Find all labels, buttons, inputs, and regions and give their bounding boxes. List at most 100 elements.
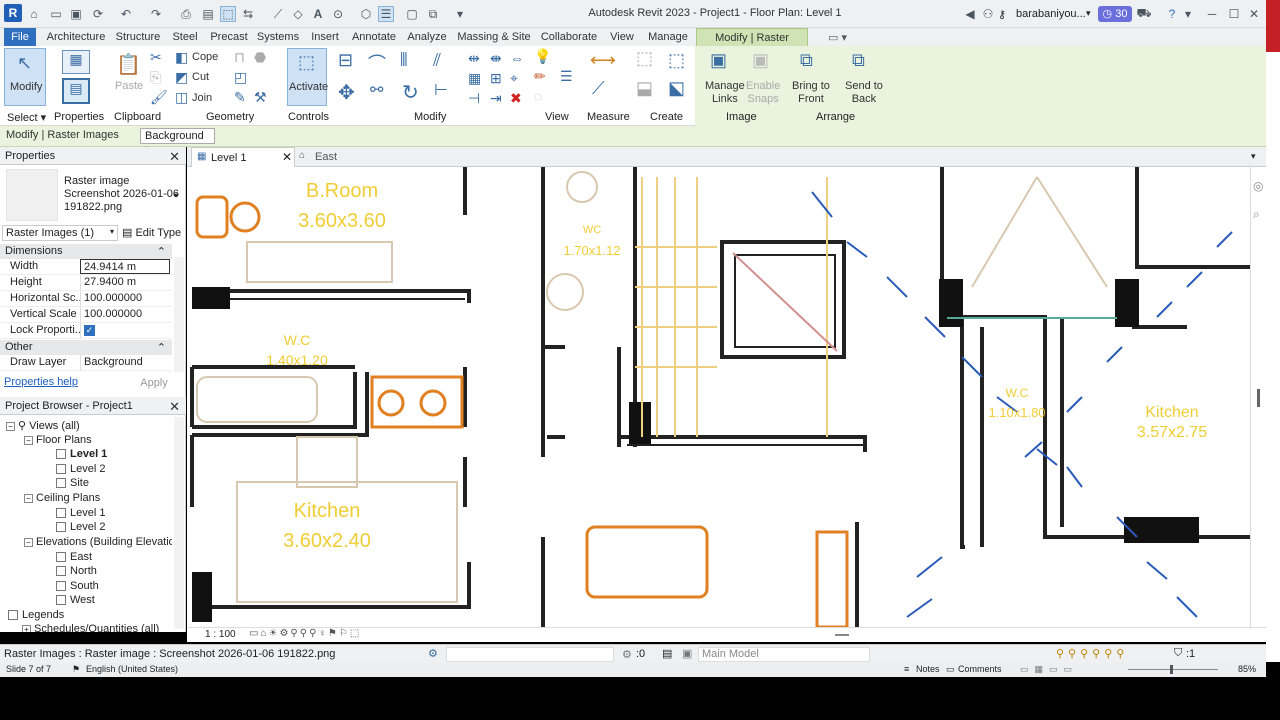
array-icon[interactable]: ▦ <box>468 70 481 87</box>
drawing-canvas[interactable]: B.Room 3.60x3.60 W.C 1.40x1.20 WC 1.70x1… <box>187 167 1250 627</box>
view-scale[interactable]: 1 : 100 <box>205 629 236 640</box>
ribbon-options-icon[interactable]: ▭ ▾ <box>828 31 847 44</box>
manage-links-button[interactable]: Manage Links <box>705 80 745 106</box>
activate-button[interactable]: ⬚ Activate <box>287 48 328 106</box>
horizontal-scroll-thumb[interactable] <box>835 634 849 636</box>
save-icon[interactable]: ▣ <box>68 6 84 22</box>
tabs-dropdown-icon[interactable]: ▾ <box>1251 151 1256 162</box>
browser-scrollbar[interactable] <box>174 417 184 629</box>
trim-icon[interactable]: ⊢ <box>434 80 448 100</box>
tab-analyze[interactable]: Analyze <box>404 28 450 46</box>
design-option-icon[interactable]: ▣ <box>682 647 692 660</box>
split-icon[interactable]: ⇹ <box>468 50 480 67</box>
panel-select[interactable]: Select ▾ <box>7 111 46 124</box>
print-icon[interactable]: ⎙ <box>178 6 194 22</box>
create-similar-icon[interactable]: ⬕ <box>668 78 685 99</box>
text-icon[interactable]: A <box>310 6 326 22</box>
pin-icon[interactable]: ⌖ <box>510 70 518 87</box>
tree-legends[interactable]: Legends <box>8 609 64 621</box>
split-face-icon[interactable]: ◰ <box>234 69 247 86</box>
tab-structure[interactable]: Structure <box>114 28 162 46</box>
tab-collaborate[interactable]: Collaborate <box>538 28 600 46</box>
tree-schedules[interactable]: + Schedules/Quantities (all) <box>22 623 172 632</box>
notes-button[interactable]: Notes <box>916 664 940 674</box>
modify-tool-icon[interactable]: ⬚ <box>220 6 236 22</box>
join-label[interactable]: Join <box>192 92 212 104</box>
cope-icon[interactable]: ◧ <box>175 49 188 66</box>
instance-filter-select[interactable]: Raster Images (1) ▾ <box>2 225 118 241</box>
close-icon[interactable]: ✕ <box>169 399 180 415</box>
pdf-icon[interactable]: ▤ <box>200 6 216 22</box>
create-group-icon[interactable]: ⬚ <box>668 50 685 71</box>
zoom-slider[interactable] <box>1128 669 1218 670</box>
thin-lines-icon[interactable]: ☰ <box>378 6 394 22</box>
worksets-icon[interactable]: ⚙ <box>428 647 438 660</box>
switch-windows-icon[interactable]: ⧉ <box>425 6 441 22</box>
cope-label[interactable]: Cope <box>192 51 218 63</box>
properties-help-link[interactable]: Properties help <box>4 376 78 388</box>
view-control-icons[interactable]: ▭⌂☀⚙⚲⚲⚲♀⚑⚐⬚ <box>249 628 361 639</box>
cut-geometry-icon[interactable]: ◩ <box>175 69 188 86</box>
tree-floor-level-1[interactable]: Level 1 <box>56 448 107 460</box>
cut-label[interactable]: Cut <box>192 71 209 83</box>
match-type-icon[interactable]: 🖌 <box>150 89 168 106</box>
zoom-icon[interactable]: ⌕ <box>1253 207 1260 222</box>
revit-logo-icon[interactable]: R <box>4 4 22 22</box>
scroll-thumb[interactable] <box>1257 389 1260 407</box>
minimize-icon[interactable]: ─ <box>1204 6 1220 22</box>
home-icon[interactable]: ⌂ <box>26 6 42 22</box>
split-gap-icon[interactable]: ⇼ <box>490 50 502 67</box>
other-group[interactable]: Other ⌃ <box>0 340 172 355</box>
tree-ceiling-level-2[interactable]: Level 2 <box>56 521 105 533</box>
properties-icon[interactable]: ▦ <box>62 50 90 74</box>
maximize-icon[interactable]: ☐ <box>1226 6 1242 22</box>
dimensions-group[interactable]: Dimensions ⌃ <box>0 244 172 259</box>
user-dropdown-icon[interactable]: ▾ <box>1086 8 1091 19</box>
zoom-slider-thumb[interactable] <box>1170 665 1173 674</box>
trial-timer-badge[interactable]: ◷ 30 <box>1098 6 1132 22</box>
sync-icon[interactable]: ⟳ <box>90 6 106 22</box>
offset-icon[interactable]: ⌒ <box>368 50 386 76</box>
tree-east[interactable]: East <box>56 551 92 563</box>
tab-view[interactable]: View <box>606 28 638 46</box>
view-mode-icons[interactable]: ▭▦▭▭ <box>1020 664 1078 675</box>
hide-bulb-icon[interactable]: 💡 <box>534 48 551 65</box>
language-indicator[interactable]: English (United States) <box>86 664 178 674</box>
back-arrow-icon[interactable]: ◀ <box>962 6 978 22</box>
dimension-icon[interactable]: ◇ <box>290 6 306 22</box>
apply-button[interactable]: Apply <box>130 374 178 392</box>
account-icon[interactable]: ⚇ <box>980 6 996 22</box>
measure-tool-icon[interactable]: ⟷ <box>590 50 616 71</box>
close-hidden-icon[interactable]: ▢ <box>404 6 420 22</box>
help-icon[interactable]: ? <box>1164 6 1180 22</box>
mirror-draw-icon[interactable]: ⫽ <box>433 50 441 71</box>
manage-links-icon[interactable]: ▣ <box>710 50 727 71</box>
zoom-level[interactable]: 85% <box>1238 664 1256 674</box>
extend-icon[interactable]: ⇥ <box>490 90 502 107</box>
measure-icon[interactable]: ⟋ <box>270 6 286 22</box>
open-icon[interactable]: ▭ <box>48 6 64 22</box>
tab-precast[interactable]: Precast <box>208 28 250 46</box>
edit-type-button[interactable]: ▤ Edit Type <box>122 226 181 239</box>
tab-modify-raster-images[interactable]: Modify | Raster Images <box>696 28 808 62</box>
pick-icon[interactable]: ⚒ <box>254 89 267 106</box>
modify-button[interactable]: ↖ Modify <box>4 48 46 106</box>
filter-icon[interactable]: ⛉ <box>1174 647 1182 660</box>
width-input[interactable]: 24.9414 m <box>80 259 170 274</box>
align-icon[interactable]: ⇆ <box>240 6 256 22</box>
canvas-scrollbar[interactable]: ◎ ⌕ <box>1250 167 1266 627</box>
navigation-wheel-icon[interactable]: ◎ <box>1253 179 1263 193</box>
qat-dropdown-icon[interactable]: ▾ <box>452 6 468 22</box>
height-input[interactable]: 27.9400 m <box>80 275 170 290</box>
tab-level-1[interactable]: ▦ Level 1 ✕ <box>191 147 295 167</box>
bring-to-front-button[interactable]: Bring to Front <box>792 80 830 106</box>
tree-ceiling-level-1[interactable]: Level 1 <box>56 507 105 519</box>
properties-scrollbar[interactable] <box>174 257 184 372</box>
tab-annotate[interactable]: Annotate <box>350 28 398 46</box>
unpin-icon[interactable]: ⇔ <box>510 50 524 66</box>
trim-extend-icon[interactable]: ⊣ <box>468 90 480 107</box>
view-lines-icon[interactable]: ☰ <box>560 68 573 85</box>
join-icon[interactable]: ◫ <box>175 89 188 106</box>
user-key-icon[interactable]: ⚷ <box>998 8 1006 21</box>
paint-icon[interactable]: ✎ <box>234 89 246 106</box>
